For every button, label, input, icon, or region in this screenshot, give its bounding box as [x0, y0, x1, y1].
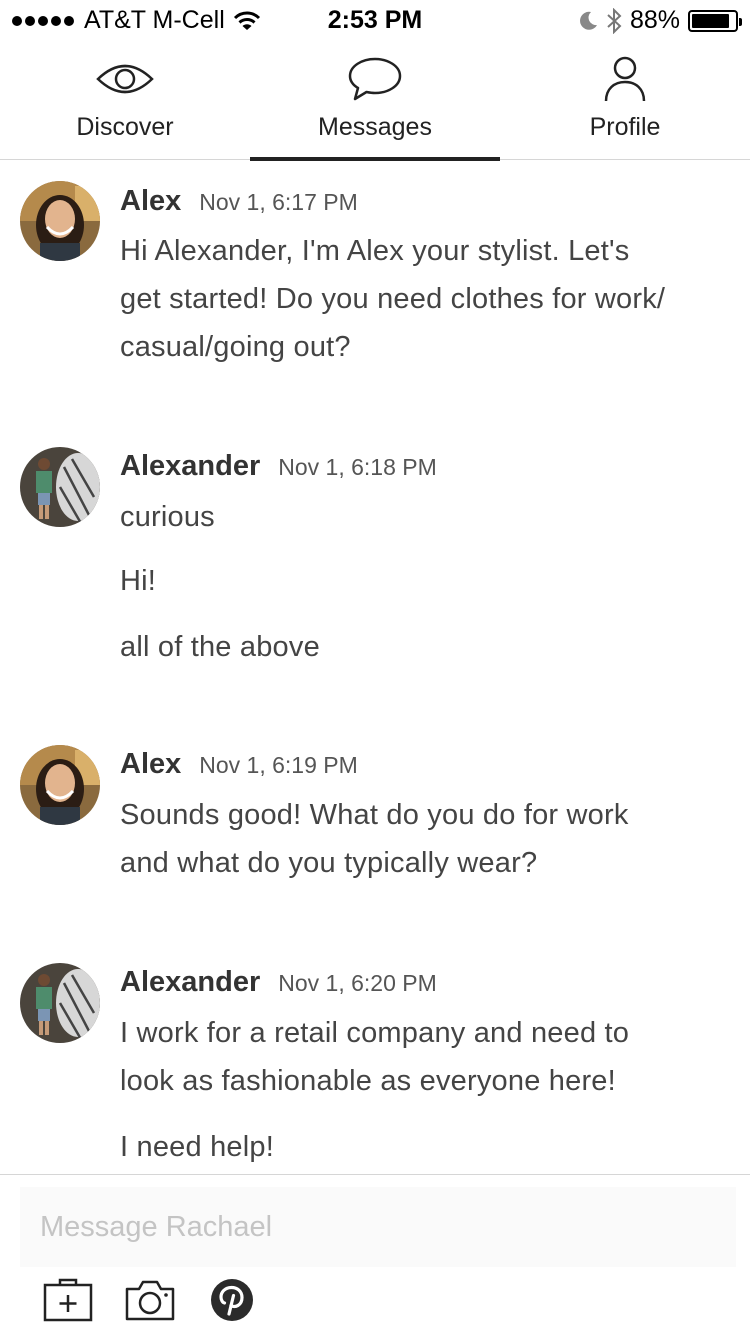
- stylist-avatar[interactable]: [20, 745, 100, 825]
- message-text: and what do you typically wear?: [120, 847, 538, 879]
- message-text: Hi!: [120, 565, 157, 597]
- message-header: Alexander Nov 1, 6:18 PM: [120, 450, 437, 483]
- message-text: I need help!: [120, 1131, 274, 1163]
- message-text: I work for a retail company and need to: [120, 1017, 630, 1049]
- eye-icon: [96, 64, 154, 94]
- add-bag-button[interactable]: [40, 1275, 96, 1325]
- bluetooth-icon: [607, 7, 622, 34]
- message-time: Nov 1, 6:20 PM: [278, 970, 437, 996]
- battery-percent: 88%: [629, 6, 680, 34]
- pinterest-icon: [211, 1279, 253, 1321]
- stylist-avatar[interactable]: [20, 181, 100, 261]
- tab-profile[interactable]: Profile: [500, 40, 750, 160]
- message-header: Alex Nov 1, 6:19 PM: [120, 748, 358, 781]
- camera-button[interactable]: [122, 1275, 178, 1325]
- moon-icon: [580, 11, 597, 30]
- message-text: Sounds good! What do you do for work: [120, 799, 629, 831]
- message-list[interactable]: Alex Nov 1, 6:17 PM Hi Alexander, I'm Al…: [0, 161, 750, 1174]
- message-time: Nov 1, 6:18 PM: [278, 454, 437, 480]
- battery-fill: [692, 13, 729, 28]
- tab-bar: Discover Messages Profile: [0, 40, 750, 161]
- tab-label-profile: Profile: [589, 113, 661, 141]
- sender-name: Alexander: [120, 966, 261, 998]
- user-avatar[interactable]: [20, 963, 100, 1043]
- sender-name: Alex: [120, 185, 182, 217]
- message-text: curious: [120, 501, 215, 533]
- battery-icon: [688, 9, 742, 32]
- speech-bubble-icon: [348, 57, 402, 101]
- message-time: Nov 1, 6:19 PM: [199, 752, 358, 778]
- sender-name: Alexander: [120, 450, 261, 482]
- message-time: Nov 1, 6:17 PM: [199, 189, 358, 215]
- camera-icon: [125, 1280, 175, 1321]
- status-bar: AT&T M-Cell 2:53 PM 88%: [0, 0, 750, 40]
- message-text: get started! Do you need clothes for wor…: [120, 283, 666, 315]
- user-avatar[interactable]: [20, 447, 100, 527]
- tab-label-discover: Discover: [76, 113, 174, 141]
- message-composer: [0, 1174, 750, 1334]
- sender-name: Alex: [120, 748, 182, 780]
- tab-messages[interactable]: Messages: [250, 40, 500, 161]
- message-header: Alex Nov 1, 6:17 PM: [120, 185, 358, 218]
- message-header: Alexander Nov 1, 6:20 PM: [120, 966, 437, 999]
- message-text: casual/going out?: [120, 331, 351, 363]
- status-right: 88%: [578, 6, 742, 35]
- add-bag-icon: [43, 1278, 93, 1322]
- message-text: look as fashionable as everyone here!: [120, 1065, 616, 1097]
- tab-discover[interactable]: Discover: [0, 40, 250, 160]
- tab-label-messages: Messages: [318, 113, 432, 141]
- message-text: all of the above: [120, 631, 320, 663]
- person-icon: [604, 56, 646, 102]
- message-text: Hi Alexander, I'm Alex your stylist. Let…: [120, 235, 630, 267]
- pinterest-button[interactable]: [204, 1275, 260, 1325]
- message-input[interactable]: [20, 1187, 736, 1267]
